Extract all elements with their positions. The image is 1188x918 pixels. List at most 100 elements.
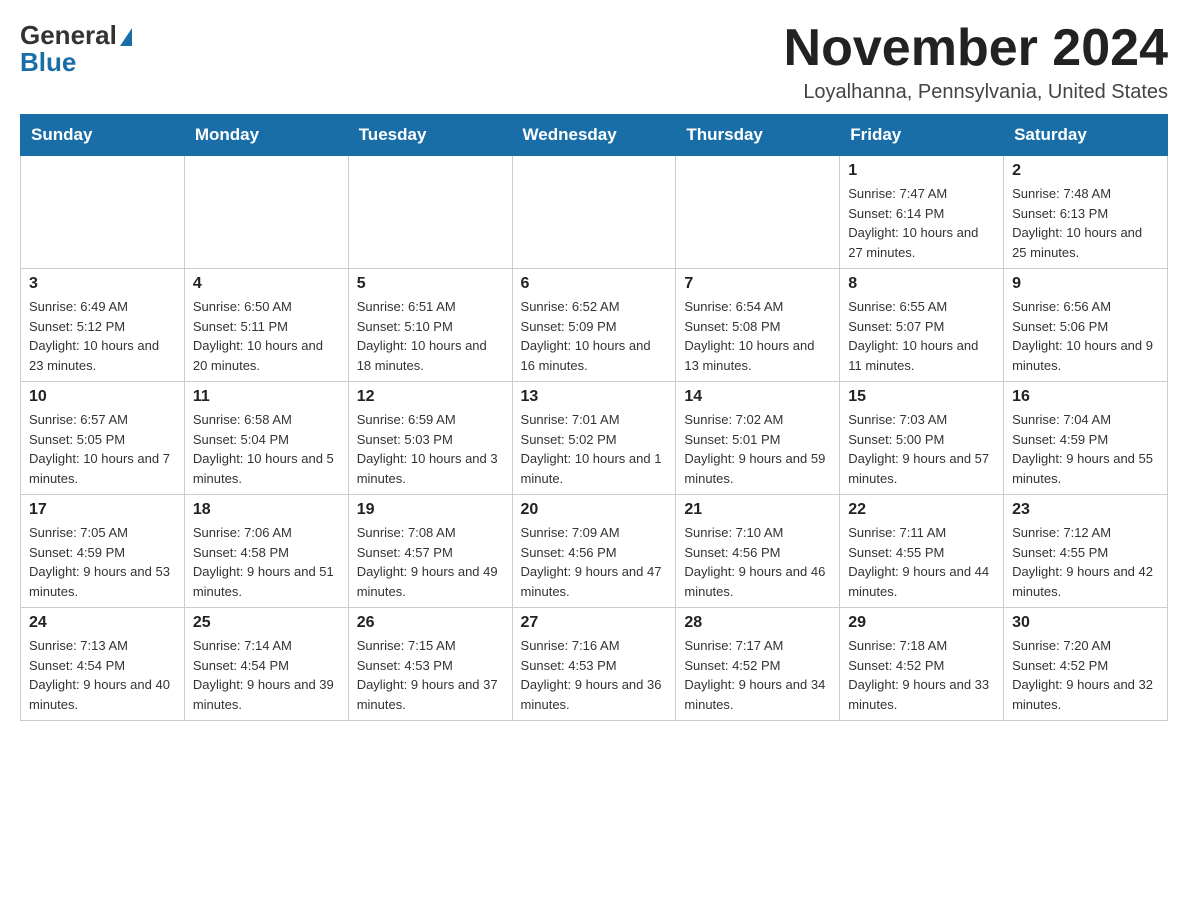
day-info-line: Daylight: 9 hours and 32 minutes. bbox=[1012, 677, 1153, 712]
day-number: 27 bbox=[521, 614, 668, 632]
col-sunday: Sunday bbox=[21, 115, 185, 156]
day-info: Sunrise: 7:47 AMSunset: 6:14 PMDaylight:… bbox=[848, 184, 995, 262]
day-info-line: Daylight: 10 hours and 20 minutes. bbox=[193, 338, 323, 373]
day-info-line: Sunset: 4:55 PM bbox=[848, 545, 944, 560]
day-number: 4 bbox=[193, 275, 340, 293]
day-number: 25 bbox=[193, 614, 340, 632]
day-info-line: Daylight: 9 hours and 59 minutes. bbox=[684, 451, 825, 486]
day-info: Sunrise: 7:15 AMSunset: 4:53 PMDaylight:… bbox=[357, 636, 504, 714]
day-info: Sunrise: 7:12 AMSunset: 4:55 PMDaylight:… bbox=[1012, 523, 1159, 601]
day-info-line: Sunrise: 7:17 AM bbox=[684, 638, 783, 653]
day-info-line: Sunrise: 6:51 AM bbox=[357, 299, 456, 314]
day-info-line: Daylight: 10 hours and 25 minutes. bbox=[1012, 225, 1142, 260]
day-info-line: Sunrise: 7:20 AM bbox=[1012, 638, 1111, 653]
day-info-line: Sunrise: 6:59 AM bbox=[357, 412, 456, 427]
day-info: Sunrise: 6:49 AMSunset: 5:12 PMDaylight:… bbox=[29, 297, 176, 375]
day-info-line: Sunrise: 6:54 AM bbox=[684, 299, 783, 314]
day-info-line: Daylight: 10 hours and 7 minutes. bbox=[29, 451, 170, 486]
day-info: Sunrise: 6:52 AMSunset: 5:09 PMDaylight:… bbox=[521, 297, 668, 375]
day-info: Sunrise: 7:13 AMSunset: 4:54 PMDaylight:… bbox=[29, 636, 176, 714]
day-info-line: Sunrise: 6:55 AM bbox=[848, 299, 947, 314]
day-info-line: Daylight: 10 hours and 11 minutes. bbox=[848, 338, 978, 373]
day-number: 1 bbox=[848, 162, 995, 180]
day-number: 23 bbox=[1012, 501, 1159, 519]
day-info: Sunrise: 7:04 AMSunset: 4:59 PMDaylight:… bbox=[1012, 410, 1159, 488]
day-number: 13 bbox=[521, 388, 668, 406]
logo-triangle-icon bbox=[120, 28, 132, 46]
day-info: Sunrise: 7:01 AMSunset: 5:02 PMDaylight:… bbox=[521, 410, 668, 488]
day-info-line: Sunset: 5:03 PM bbox=[357, 432, 453, 447]
calendar-week-row: 10 Sunrise: 6:57 AMSunset: 5:05 PMDayligh… bbox=[21, 382, 1168, 495]
day-info-line: Daylight: 10 hours and 16 minutes. bbox=[521, 338, 651, 373]
day-info: Sunrise: 7:06 AMSunset: 4:58 PMDaylight:… bbox=[193, 523, 340, 601]
col-monday: Monday bbox=[184, 115, 348, 156]
day-info: Sunrise: 6:51 AMSunset: 5:10 PMDaylight:… bbox=[357, 297, 504, 375]
col-tuesday: Tuesday bbox=[348, 115, 512, 156]
day-number: 7 bbox=[684, 275, 831, 293]
day-info-line: Sunrise: 7:03 AM bbox=[848, 412, 947, 427]
table-row: 26Sunrise: 7:15 AMSunset: 4:53 PMDayligh… bbox=[348, 608, 512, 721]
day-info-line: Sunrise: 7:15 AM bbox=[357, 638, 456, 653]
table-row: 21Sunrise: 7:10 AMSunset: 4:56 PMDayligh… bbox=[676, 495, 840, 608]
day-info: Sunrise: 6:55 AM Sunset: 5:07 PM Daylight:… bbox=[848, 297, 995, 375]
day-info-line: Sunrise: 6:49 AM bbox=[29, 299, 128, 314]
day-info-line: Sunrise: 6:56 AM bbox=[1012, 299, 1111, 314]
day-number: 10 bbox=[29, 388, 176, 406]
table-row: 12Sunrise: 6:59 AMSunset: 5:03 PMDayligh… bbox=[348, 382, 512, 495]
day-info-line: Sunset: 4:56 PM bbox=[684, 545, 780, 560]
day-number: 19 bbox=[357, 501, 504, 519]
day-info-line: Sunset: 4:53 PM bbox=[357, 658, 453, 673]
day-info-line: Sunrise: 7:12 AM bbox=[1012, 525, 1111, 540]
day-info: Sunrise: 7:02 AMSunset: 5:01 PMDaylight:… bbox=[684, 410, 831, 488]
day-info-line: Sunset: 4:52 PM bbox=[848, 658, 944, 673]
table-row: 10 Sunrise: 6:57 AMSunset: 5:05 PMDayligh… bbox=[21, 382, 185, 495]
calendar-header-row: Sunday Monday Tuesday Wednesday Thursday… bbox=[21, 115, 1168, 156]
day-info-line: Sunset: 6:13 PM bbox=[1012, 206, 1108, 221]
day-info-line: Daylight: 9 hours and 46 minutes. bbox=[684, 564, 825, 599]
day-info: Sunrise: 7:09 AMSunset: 4:56 PMDaylight:… bbox=[521, 523, 668, 601]
table-row: 24Sunrise: 7:13 AMSunset: 4:54 PMDayligh… bbox=[21, 608, 185, 721]
day-info-line: Sunset: 5:08 PM bbox=[684, 319, 780, 334]
location-text: Loyalhanna, Pennsylvania, United States bbox=[784, 81, 1168, 104]
day-info-line: Daylight: 10 hours and 9 minutes. bbox=[1012, 338, 1153, 373]
table-row: 9Sunrise: 6:56 AMSunset: 5:06 PMDaylight… bbox=[1004, 269, 1168, 382]
table-row: 19Sunrise: 7:08 AMSunset: 4:57 PMDayligh… bbox=[348, 495, 512, 608]
day-info: Sunrise: 7:11 AMSunset: 4:55 PMDaylight:… bbox=[848, 523, 995, 601]
day-number: 17 bbox=[29, 501, 176, 519]
day-info: Sunrise: 7:16 AMSunset: 4:53 PMDaylight:… bbox=[521, 636, 668, 714]
day-number: 11 bbox=[193, 388, 340, 406]
day-number: 14 bbox=[684, 388, 831, 406]
day-info-line: Sunset: 5:04 PM bbox=[193, 432, 289, 447]
day-info: Sunrise: 7:20 AMSunset: 4:52 PMDaylight:… bbox=[1012, 636, 1159, 714]
day-number: 5 bbox=[357, 275, 504, 293]
table-row: 30Sunrise: 7:20 AMSunset: 4:52 PMDayligh… bbox=[1004, 608, 1168, 721]
day-info: Sunrise: 6:54 AMSunset: 5:08 PMDaylight:… bbox=[684, 297, 831, 375]
day-info-line: Daylight: 9 hours and 34 minutes. bbox=[684, 677, 825, 712]
col-thursday: Thursday bbox=[676, 115, 840, 156]
day-info-line: Sunset: 5:09 PM bbox=[521, 319, 617, 334]
day-number: 26 bbox=[357, 614, 504, 632]
table-row: 20Sunrise: 7:09 AMSunset: 4:56 PMDayligh… bbox=[512, 495, 676, 608]
table-row: 6 Sunrise: 6:52 AMSunset: 5:09 PMDaylight… bbox=[512, 269, 676, 382]
table-row: 8 Sunrise: 6:55 AM Sunset: 5:07 PM Daylight… bbox=[840, 269, 1004, 382]
day-number: 29 bbox=[848, 614, 995, 632]
day-info-line: Sunset: 5:07 PM bbox=[848, 319, 944, 334]
day-info-line: Sunrise: 7:13 AM bbox=[29, 638, 128, 653]
day-info-line: Sunset: 5:00 PM bbox=[848, 432, 944, 447]
day-info-line: Daylight: 9 hours and 49 minutes. bbox=[357, 564, 498, 599]
calendar-table: Sunday Monday Tuesday Wednesday Thursday… bbox=[20, 114, 1168, 721]
table-row: 27 Sunrise: 7:16 AMSunset: 4:53 PMDayligh… bbox=[512, 608, 676, 721]
day-number: 6 bbox=[521, 275, 668, 293]
day-number: 8 bbox=[848, 275, 995, 293]
day-info-line: Sunrise: 7:02 AM bbox=[684, 412, 783, 427]
day-info-line: Daylight: 10 hours and 5 minutes. bbox=[193, 451, 334, 486]
day-info-line: Sunrise: 7:11 AM bbox=[848, 525, 946, 540]
day-info-line: Sunset: 4:54 PM bbox=[193, 658, 289, 673]
day-info-line: Sunset: 4:52 PM bbox=[684, 658, 780, 673]
title-section: November 2024 Loyalhanna, Pennsylvania, … bbox=[784, 20, 1168, 104]
day-info: Sunrise: 6:57 AMSunset: 5:05 PMDaylight:… bbox=[29, 410, 176, 488]
day-info: Sunrise: 6:56 AMSunset: 5:06 PMDaylight:… bbox=[1012, 297, 1159, 375]
day-info-line: Sunrise: 7:01 AM bbox=[521, 412, 620, 427]
day-info-line: Sunrise: 7:05 AM bbox=[29, 525, 128, 540]
day-info-line: Sunrise: 7:08 AM bbox=[357, 525, 456, 540]
